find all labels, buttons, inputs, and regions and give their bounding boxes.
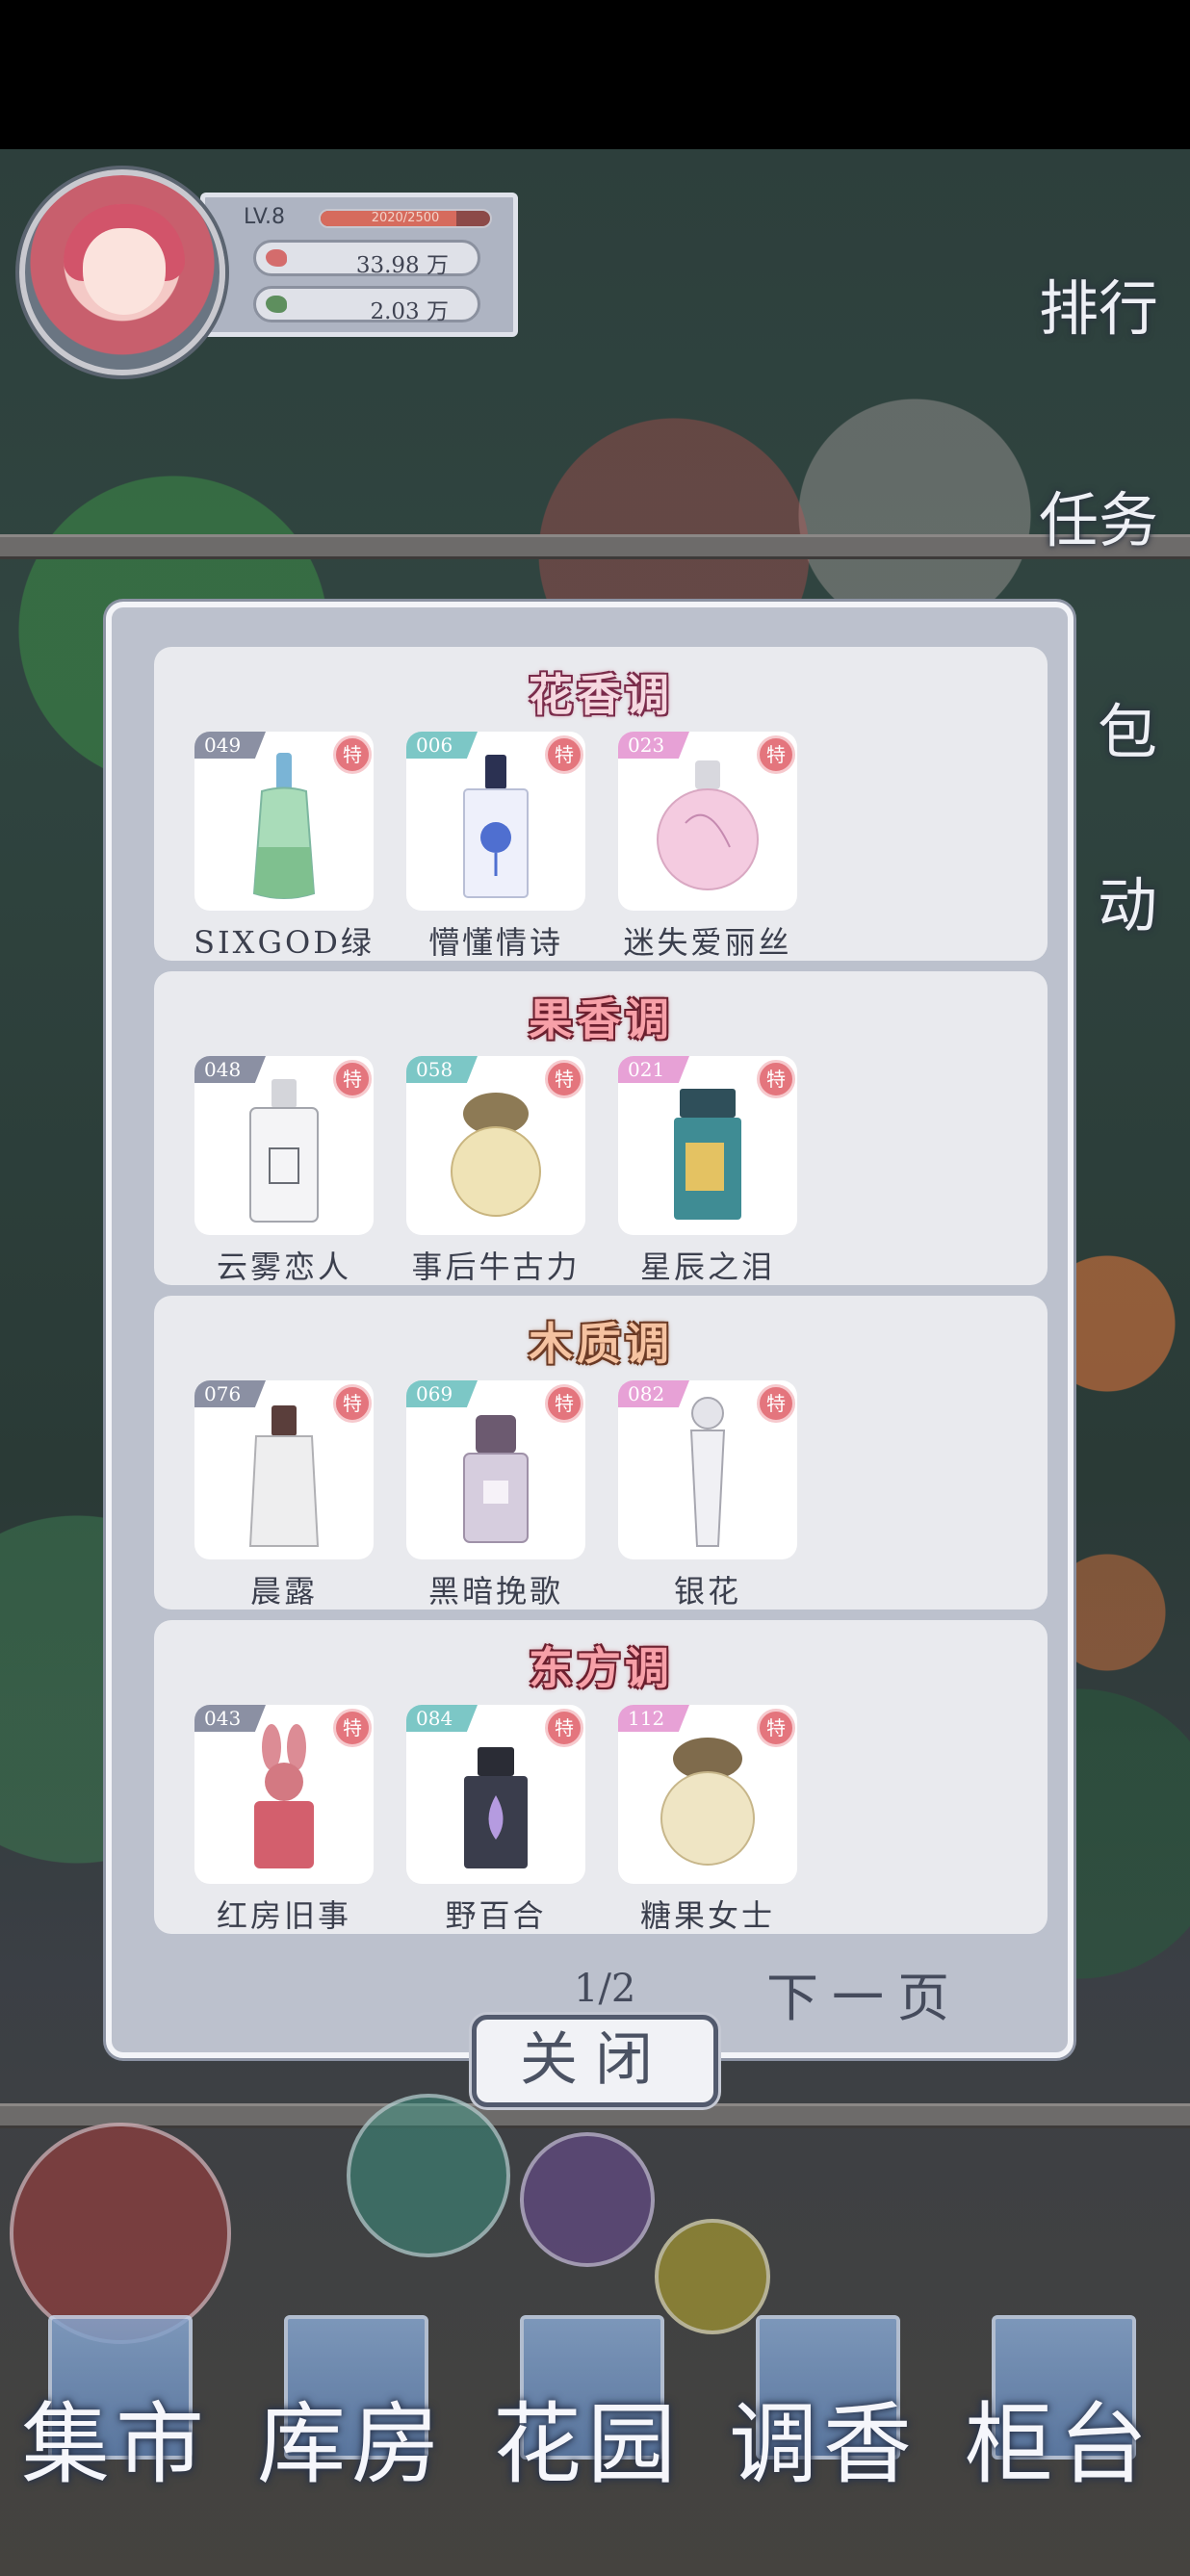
special-badge: 特	[757, 1709, 795, 1747]
currency-red-box: 33.98 万	[253, 240, 480, 278]
background-shelf	[0, 534, 1190, 559]
nav-warehouse[interactable]: 库房	[255, 2315, 448, 2496]
special-badge: 特	[333, 735, 372, 774]
bottom-nav: 集市 库房 花园 调香 柜台	[0, 2315, 1190, 2496]
stats-panel: LV.8 2020/2500 33.98 万 2.03 万	[200, 193, 518, 337]
perfume-card[interactable]: 058 特	[406, 1056, 585, 1235]
background-flask	[10, 2123, 231, 2344]
category-title: 木质调	[529, 1318, 673, 1370]
perfume-card[interactable]: 082 特	[618, 1380, 797, 1559]
nav-warehouse-label: 库房	[256, 2393, 446, 2496]
avatar-face	[83, 228, 166, 315]
rank-button[interactable]: 排行	[1017, 260, 1180, 347]
special-badge: 特	[757, 1060, 795, 1098]
currency-green-box: 2.03 万	[253, 286, 480, 324]
perfume-number-badge: 112	[618, 1705, 689, 1732]
perfume-card[interactable]: 049 特	[194, 732, 374, 911]
perfume-number-badge: 076	[194, 1380, 266, 1407]
page-indicator: 1/2	[574, 1967, 636, 2011]
currency-green-value: 2.03 万	[370, 299, 449, 324]
perfume-number-badge: 058	[406, 1056, 478, 1083]
close-button[interactable]: 关闭	[472, 2015, 718, 2107]
background-flask	[347, 2094, 510, 2257]
category-title: 果香调	[529, 993, 673, 1045]
perfume-card[interactable]: 112 特	[618, 1705, 797, 1884]
player-card[interactable]: LV.8 2020/2500 33.98 万 2.03 万	[8, 164, 518, 375]
perfume-collection-modal: 花香调 049 特 SIXGOD绿 006 特 懵懂情诗 023 特 迷失爱丽丝…	[106, 602, 1074, 2058]
nav-blend[interactable]: 调香	[727, 2315, 919, 2496]
nav-counter-label: 柜台	[964, 2393, 1153, 2496]
special-badge: 特	[333, 1060, 372, 1098]
special-badge: 特	[545, 735, 583, 774]
category-fruity: 果香调 048 特 云雾恋人 058 特 事后牛古力 021 特 星辰之泪	[154, 971, 1048, 1285]
nav-garden[interactable]: 花园	[491, 2315, 684, 2496]
currency-red-value: 33.98 万	[355, 253, 449, 278]
nav-market[interactable]: 集市	[19, 2315, 212, 2496]
perfume-name: 糖果女士	[639, 1897, 775, 1934]
tasks-button[interactable]: 任务	[1017, 472, 1180, 558]
background-flask	[520, 2132, 655, 2267]
perfume-card[interactable]: 076 特	[194, 1380, 374, 1559]
perfume-name: 星辰之泪	[639, 1249, 775, 1285]
exp-text: 2020/2500	[371, 211, 440, 225]
perfume-number-badge: 048	[194, 1056, 266, 1083]
special-badge: 特	[757, 1384, 795, 1423]
special-badge: 特	[545, 1060, 583, 1098]
category-oriental: 东方调 043 特 红房旧事 084 特 野百合 112 特 糖果女士	[154, 1620, 1048, 1934]
perfume-card[interactable]: 023 特	[618, 732, 797, 911]
perfume-card[interactable]: 006 特	[406, 732, 585, 911]
perfume-number-badge: 006	[406, 732, 478, 759]
special-badge: 特	[333, 1709, 372, 1747]
perfume-name: 迷失爱丽丝	[623, 924, 792, 961]
perfume-number-badge: 082	[618, 1380, 689, 1407]
nav-market-label: 集市	[20, 2393, 210, 2496]
perfume-number-badge: 023	[618, 732, 689, 759]
special-badge: 特	[333, 1384, 372, 1423]
perfume-number-badge: 049	[194, 732, 266, 759]
perfume-number-badge: 084	[406, 1705, 478, 1732]
avatar[interactable]	[19, 169, 225, 375]
red-petal-icon	[266, 249, 287, 267]
level-label: LV.8	[244, 205, 286, 229]
exp-bar: 2020/2500	[319, 209, 492, 228]
nav-garden-label: 花园	[492, 2393, 682, 2496]
category-woody: 木质调 076 特 晨露 069 特 黑暗挽歌 082 特 银花	[154, 1296, 1048, 1610]
perfume-number-badge: 043	[194, 1705, 266, 1732]
perfume-card[interactable]: 048 特	[194, 1056, 374, 1235]
perfume-card[interactable]: 084 特	[406, 1705, 585, 1884]
category-floral: 花香调 049 特 SIXGOD绿 006 特 懵懂情诗 023 特 迷失爱丽丝	[154, 647, 1048, 961]
category-title: 花香调	[529, 669, 673, 721]
next-page-button[interactable]: 下一页	[766, 1955, 963, 2031]
perfume-name: 银花	[673, 1573, 741, 1610]
special-badge: 特	[757, 735, 795, 774]
bag-button[interactable]: 包	[1084, 683, 1171, 770]
category-title: 东方调	[529, 1642, 673, 1694]
green-leaf-icon	[266, 296, 287, 313]
perfume-number-badge: 069	[406, 1380, 478, 1407]
perfume-card[interactable]: 043 特	[194, 1705, 374, 1884]
special-badge: 特	[545, 1384, 583, 1423]
nav-counter[interactable]: 柜台	[963, 2315, 1155, 2496]
nav-blend-label: 调香	[728, 2393, 918, 2496]
perfume-card[interactable]: 021 特	[618, 1056, 797, 1235]
perfume-card[interactable]: 069 特	[406, 1380, 585, 1559]
events-button[interactable]: 动	[1084, 857, 1171, 943]
special-badge: 特	[545, 1709, 583, 1747]
perfume-number-badge: 021	[618, 1056, 689, 1083]
